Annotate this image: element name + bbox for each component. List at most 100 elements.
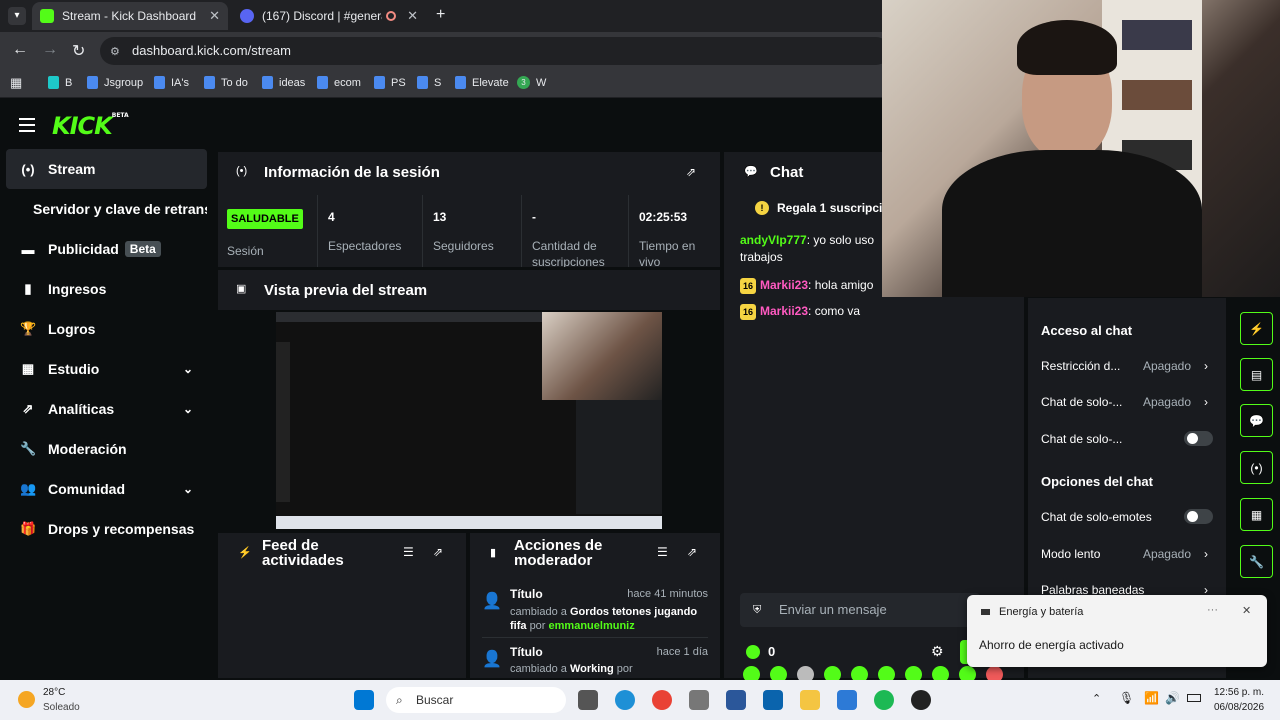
volume-icon[interactable]: 🔊 [1165, 691, 1180, 705]
task-view-icon[interactable] [578, 690, 598, 710]
sidebar-item-publicidad[interactable]: ▬ Publicidad Beta [6, 229, 207, 269]
outlook-icon[interactable] [763, 690, 783, 710]
bookmark-w[interactable]: 3W [517, 76, 546, 89]
setting-solo-subs[interactable]: Chat de solo-... [1041, 431, 1216, 446]
person-body [942, 150, 1202, 297]
menu-icon[interactable] [19, 118, 35, 136]
filter-icon[interactable]: ☰ [403, 545, 414, 559]
bookmark-todo[interactable]: To do [204, 76, 248, 89]
new-tab-button[interactable]: + [436, 6, 445, 24]
popout-icon[interactable]: ⇗ [433, 545, 443, 559]
url-input[interactable]: dashboard.kick.com/stream [100, 37, 890, 65]
close-tab-icon[interactable]: ✕ [407, 8, 418, 24]
sidebar-item-analiticas[interactable]: ⇗ Analíticas ⌄ [6, 389, 207, 429]
setting-slow-mode[interactable]: Modo lento Apagado › [1041, 547, 1216, 561]
discord-favicon-icon [240, 9, 254, 23]
bookmark-jsgroup[interactable]: Jsgroup [87, 76, 143, 89]
setting-restriction[interactable]: Restricción d... Apagado › [1041, 359, 1216, 373]
gift-sub-banner[interactable]: ! Regala 1 suscripció [755, 201, 890, 215]
site-info-icon[interactable]: ⚙ [110, 45, 120, 58]
kick-logo[interactable]: KICKBETA [52, 112, 129, 140]
broadcast-icon: (•) [21, 161, 35, 177]
weather-temp[interactable]: 28°C [43, 687, 65, 698]
bookmark-ps[interactable]: PS [374, 76, 406, 89]
mod-actions-panel: ▮ Acciones de moderador ☰ ⇗ 👤 Título hac… [470, 533, 720, 678]
weather-text: Soleado [43, 702, 80, 713]
wifi-icon[interactable]: 📶 [1144, 691, 1159, 705]
bookmark-s[interactable]: S [417, 76, 441, 89]
chrome-icon[interactable] [652, 690, 672, 710]
system-notification[interactable]: Energía y batería ··· ✕ Ahorro de energí… [967, 595, 1267, 667]
taskbar-search[interactable]: ⌕ Buscar [386, 687, 566, 713]
chevron-right-icon: › [1204, 359, 1208, 373]
clock-time[interactable]: 12:56 p. m. [1214, 687, 1264, 698]
quick-action-wrench-button[interactable]: 🔧 [1240, 545, 1273, 578]
person-hair [1017, 20, 1117, 75]
mail-icon[interactable] [837, 690, 857, 710]
sidebar-item-estudio[interactable]: ▦ Estudio ⌄ [6, 349, 207, 389]
popout-icon[interactable]: ⇗ [687, 545, 697, 559]
session-status: SALUDABLE Sesión [227, 209, 303, 258]
start-icon[interactable] [354, 690, 374, 710]
bookmark-ias[interactable]: IA's [154, 76, 189, 89]
bookmark-b[interactable]: B [48, 76, 72, 89]
spotify-icon[interactable] [874, 690, 894, 710]
chat-settings-icon[interactable]: ⚙ [931, 643, 944, 660]
tab-kick-dashboard[interactable]: Stream - Kick Dashboard ✕ [32, 2, 228, 30]
sidebar-item-moderacion[interactable]: 🔧 Moderación [6, 429, 207, 469]
setting-solo-followers[interactable]: Chat de solo-... Apagado › [1041, 395, 1216, 409]
bookshelf [1122, 20, 1192, 50]
badge-icon: 3 [517, 76, 530, 89]
close-tab-icon[interactable]: ✕ [209, 8, 220, 24]
tab-search-button[interactable]: ▾ [8, 7, 26, 25]
toggle-switch[interactable] [1184, 431, 1213, 446]
chevron-down-icon: ⌄ [182, 482, 193, 496]
chevron-up-icon[interactable]: ⌃ [1092, 692, 1101, 705]
word-icon[interactable] [726, 690, 746, 710]
chevron-right-icon: › [1204, 547, 1208, 561]
more-options-icon[interactable]: ··· [1207, 604, 1218, 616]
bookmark-elevate[interactable]: Elevate [455, 76, 509, 89]
chat-message: 16 Markii23: hola amigo [740, 277, 885, 294]
clock-date[interactable]: 06/08/2026 [1214, 702, 1264, 713]
battery-icon[interactable] [1187, 694, 1201, 702]
sidebar-item-stream[interactable]: (•) Stream [6, 149, 207, 189]
mod-actions-title: Acciones de moderador [514, 537, 603, 569]
forward-icon[interactable]: → [42, 41, 58, 59]
edge-icon[interactable] [615, 690, 635, 710]
back-icon[interactable]: ← [12, 41, 28, 59]
apps-grid-icon[interactable]: ▦ [10, 75, 22, 91]
sidebar-item-logros[interactable]: 🏆 Logros [6, 309, 207, 349]
sidebar-item-drops[interactable]: 🎁 Drops y recompensas [6, 509, 207, 549]
quick-action-layout-button[interactable]: ▦ [1240, 498, 1273, 531]
toggle-switch[interactable] [1184, 509, 1213, 524]
microphone-icon[interactable]: 🎙 [1119, 691, 1134, 705]
quick-action-notes-button[interactable]: ▤ [1240, 358, 1273, 391]
chat-icon: 💬 [744, 166, 758, 178]
quick-action-broadcast-button[interactable]: (•) [1240, 451, 1273, 484]
setting-emotes-only[interactable]: Chat de solo-emotes [1041, 509, 1216, 524]
wrench-icon: 🔧 [20, 441, 37, 456]
chat-input[interactable]: ⛨ Enviar un mensaje [740, 593, 980, 627]
close-icon[interactable]: ✕ [1242, 604, 1251, 617]
file-explorer-icon[interactable] [800, 690, 820, 710]
popout-icon[interactable]: ⇗ [686, 165, 696, 179]
analytics-icon: ⇗ [22, 401, 34, 416]
filter-icon[interactable]: ☰ [657, 545, 668, 559]
points-display[interactable]: 0 [746, 644, 775, 659]
quick-action-chat-button[interactable]: 💬 [1240, 404, 1273, 437]
preview-sidebar [276, 342, 290, 502]
sidebar-item-server-key[interactable]: Servidor y clave de retransn [6, 189, 207, 229]
reload-icon[interactable]: ↻ [72, 41, 85, 61]
app-icon[interactable] [689, 690, 709, 710]
quick-action-bolt-button[interactable]: ⚡ [1240, 312, 1273, 345]
bookmark-ideas[interactable]: ideas [262, 76, 305, 89]
user-icon: 👤 [482, 651, 502, 668]
github-icon[interactable] [911, 690, 931, 710]
tab-discord[interactable]: (167) Discord | #general | S ✕ [232, 2, 426, 30]
sidebar-item-ingresos[interactable]: ▮ Ingresos [6, 269, 207, 309]
stream-preview-video[interactable] [276, 312, 662, 529]
sidebar-item-comunidad[interactable]: 👥 Comunidad ⌄ [6, 469, 207, 509]
sub-icon: ! [755, 201, 769, 215]
bookmark-ecom[interactable]: ecom [317, 76, 361, 89]
